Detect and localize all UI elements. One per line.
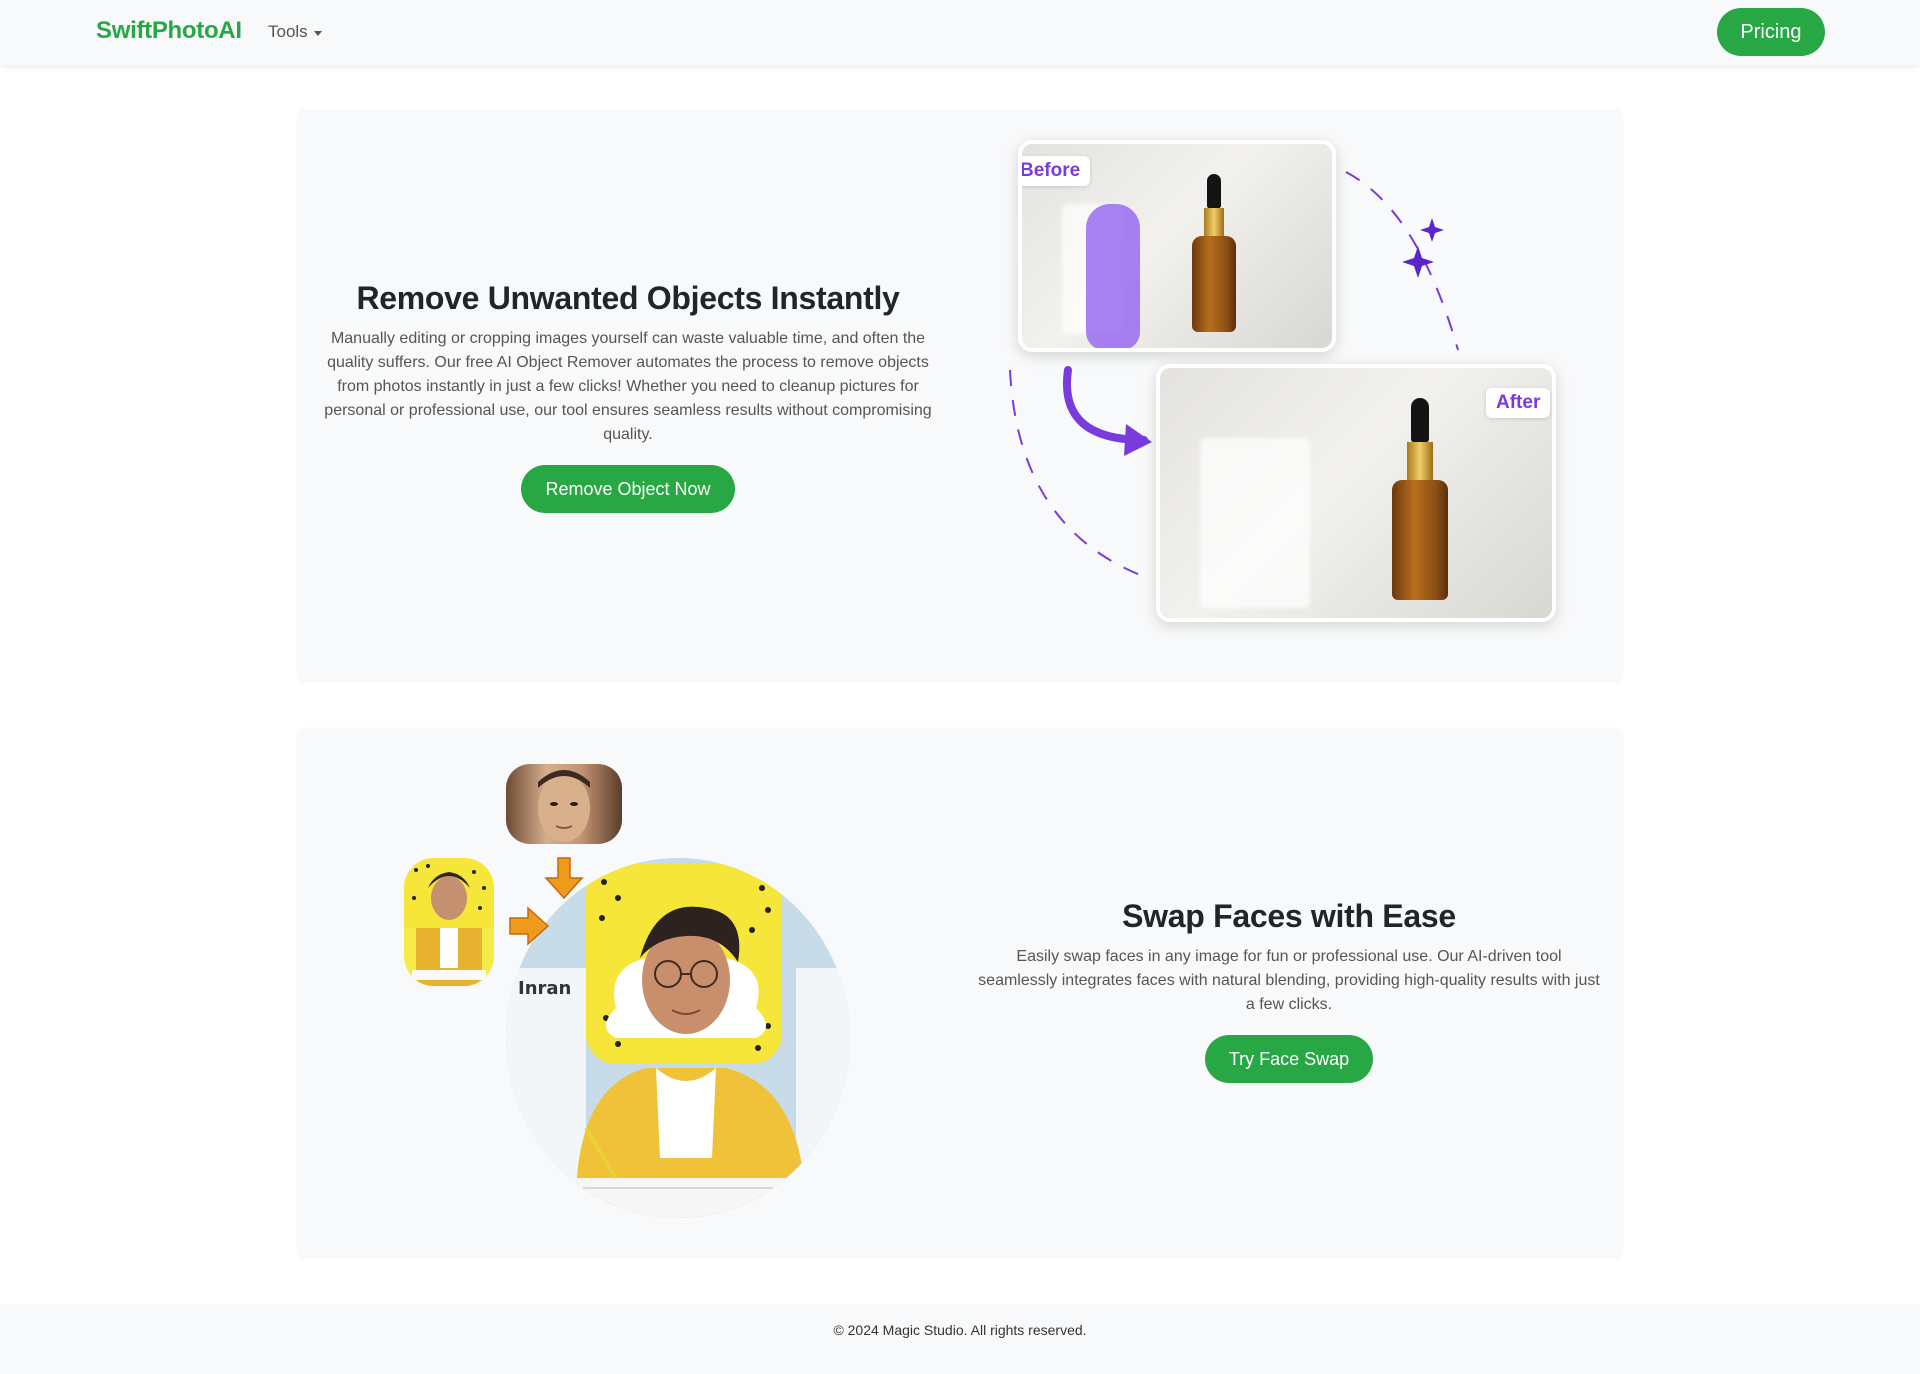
object-remover-description: Manually editing or cropping images your…: [324, 330, 932, 443]
arrow-down-icon: [544, 857, 584, 900]
object-remover-section: Remove Unwanted Objects Instantly Manual…: [298, 110, 1622, 680]
object-remover-text: Remove Unwanted Objects Instantly Manual…: [324, 280, 932, 513]
caret-down-icon: [313, 30, 322, 36]
try-face-swap-button[interactable]: Try Face Swap: [1204, 1035, 1374, 1083]
after-label: After: [1486, 388, 1551, 418]
face-swap-section: Inran Swap Faces with Ease Easily swap f…: [298, 728, 1622, 1256]
object-remover-heading: Remove Unwanted Objects Instantly: [356, 280, 900, 316]
pricing-button[interactable]: Pricing: [1717, 8, 1825, 56]
arrow-right-icon: [509, 906, 550, 946]
arrow-icons: [509, 857, 584, 946]
footer: © 2024 Magic Studio. All rights reserved…: [0, 1304, 1920, 1374]
before-after-illustration: Before After: [998, 140, 1598, 660]
navbar: SwiftPhotoAI Tools Pricing: [0, 0, 1920, 65]
face-swap-text: Swap Faces with Ease Easily swap faces i…: [978, 898, 1600, 1083]
face-swap-heading: Swap Faces with Ease: [1122, 898, 1456, 934]
face-swap-illustration: Inran: [398, 758, 858, 1228]
tools-label: Tools: [268, 22, 308, 41]
before-label: Before: [1022, 156, 1091, 186]
remove-object-button[interactable]: Remove Object Now: [521, 465, 735, 513]
before-photo: Before: [1018, 140, 1336, 352]
face-swap-description: Easily swap faces in any image for fun o…: [978, 948, 1600, 1013]
brand-logo[interactable]: SwiftPhotoAI: [96, 17, 242, 45]
selected-object-highlight: [1086, 204, 1140, 348]
copyright-text: © 2024 Magic Studio. All rights reserved…: [833, 1322, 1087, 1338]
tools-dropdown[interactable]: Tools: [268, 22, 322, 42]
